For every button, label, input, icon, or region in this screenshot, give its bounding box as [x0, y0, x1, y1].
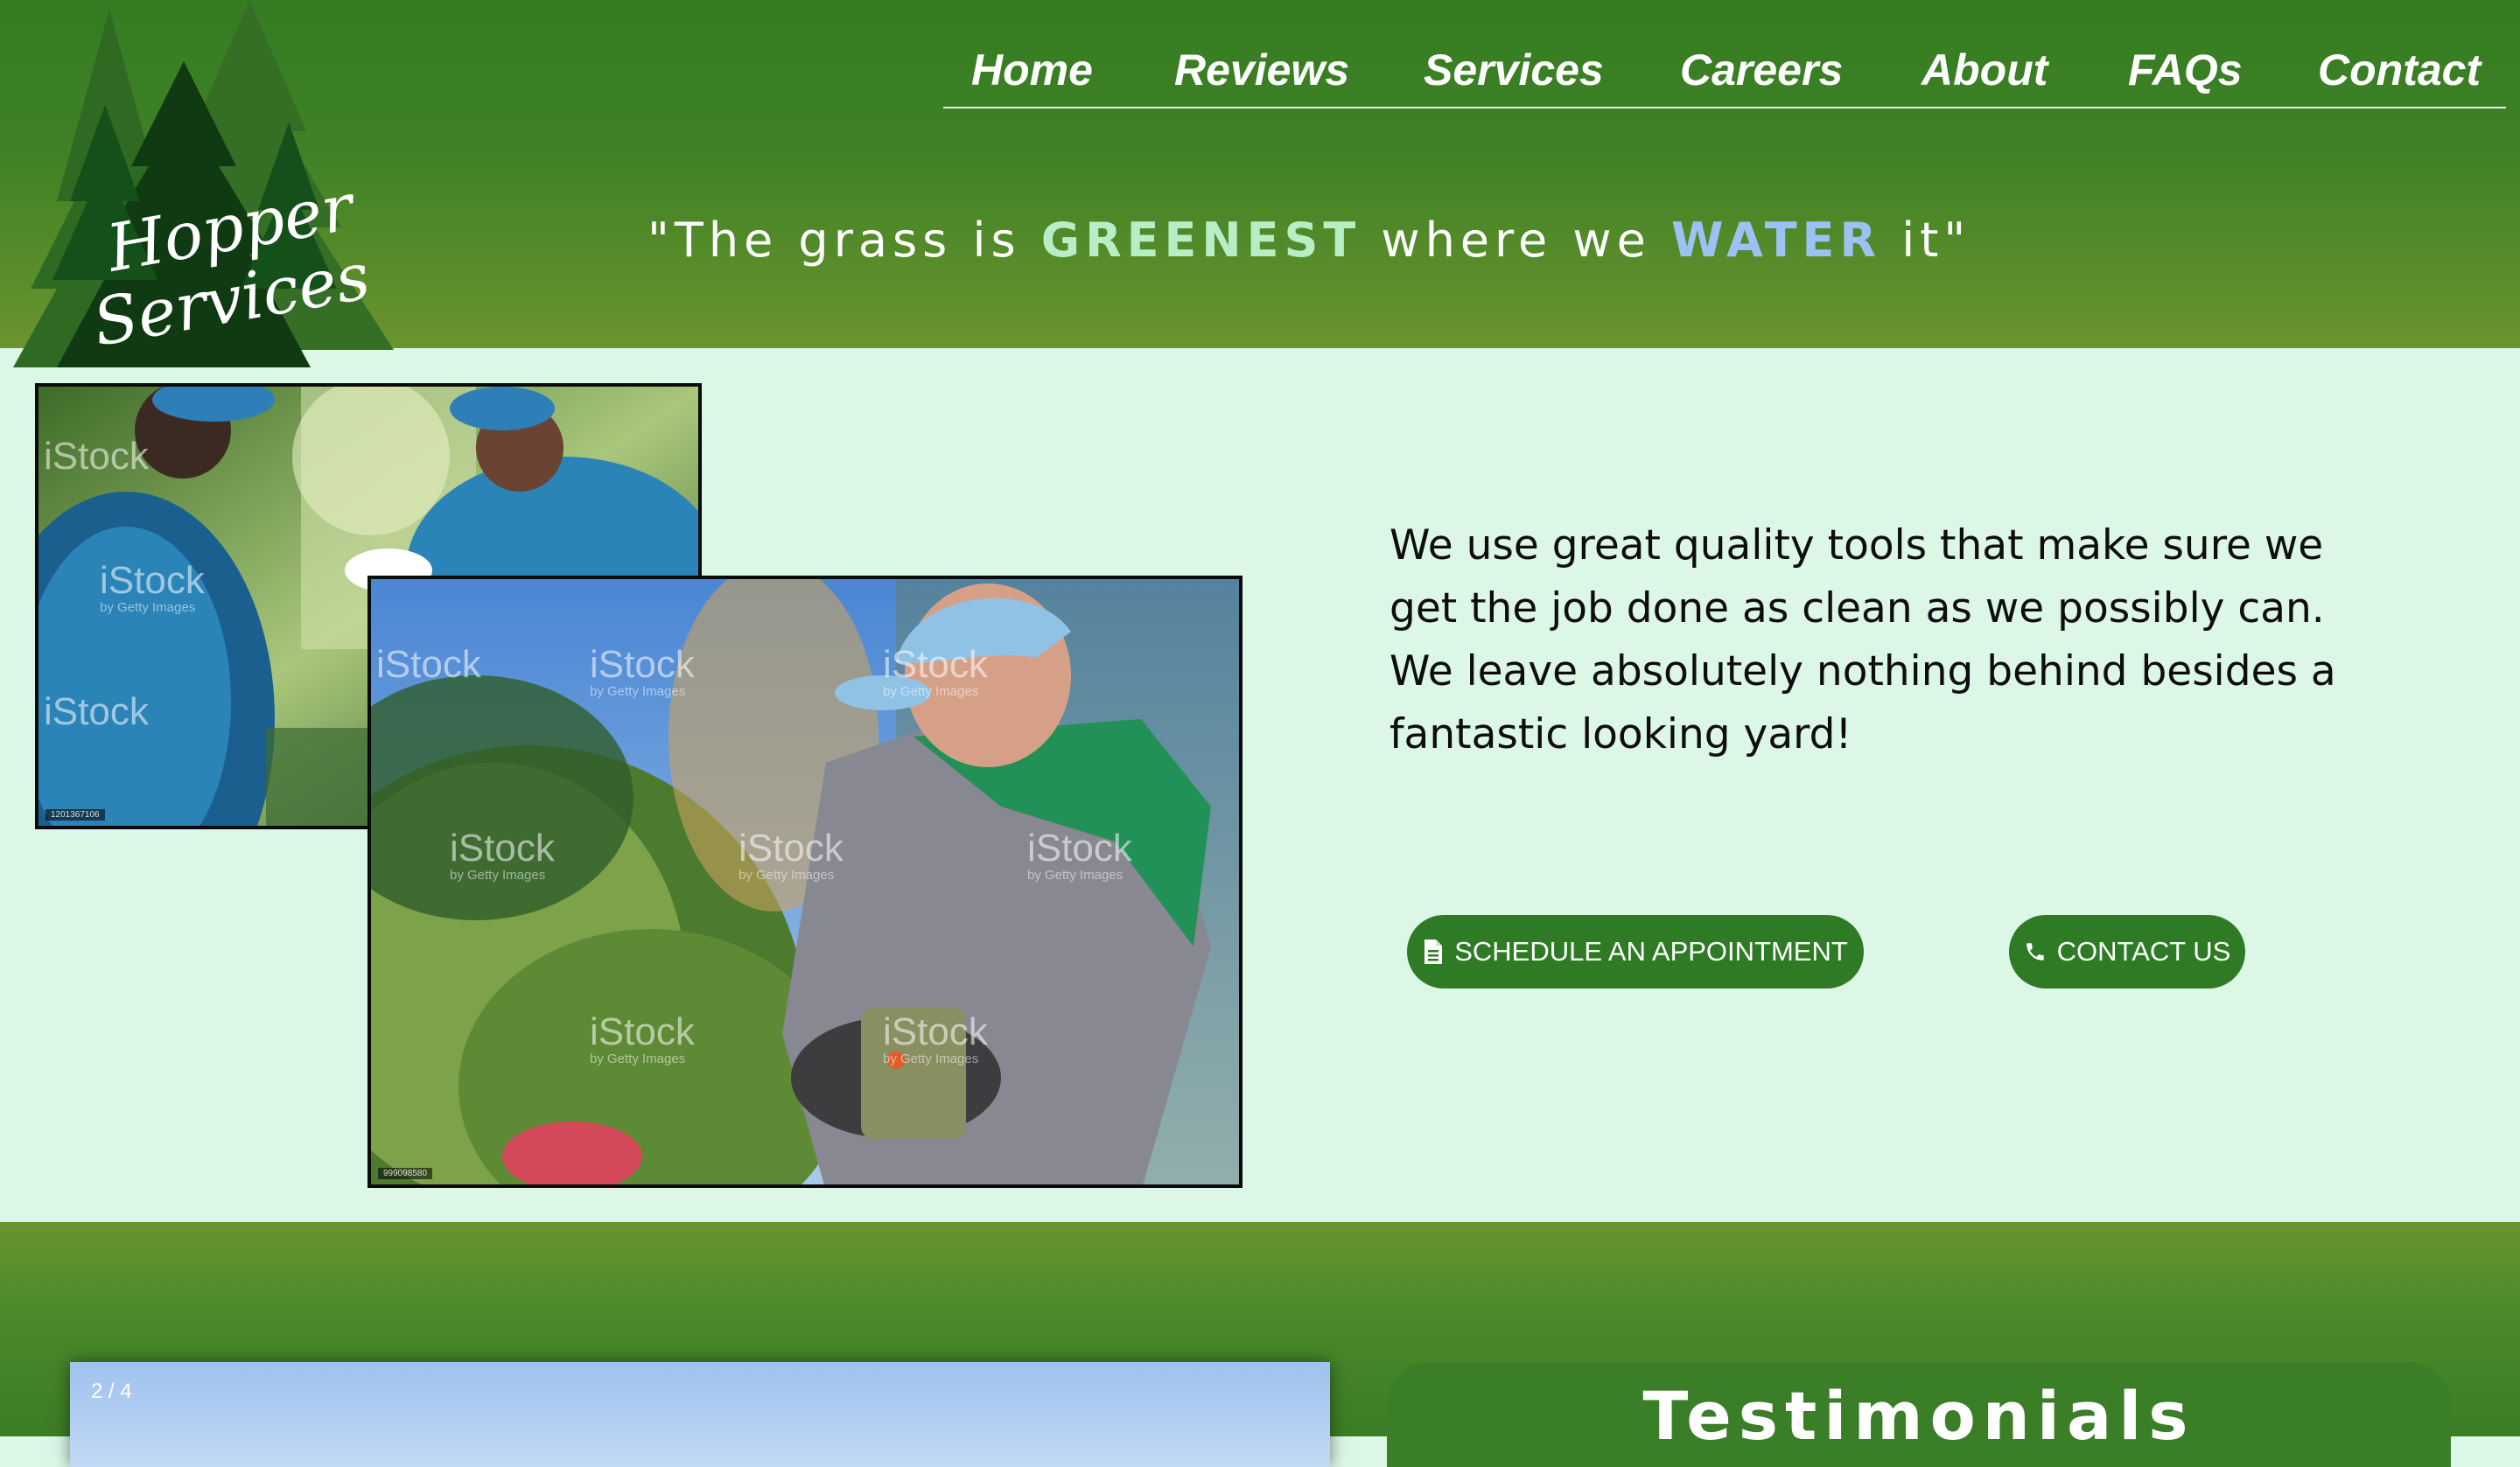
watermark-sub: by Getty Images — [590, 684, 686, 699]
nav-reviews[interactable]: Reviews — [1174, 45, 1349, 94]
phone-icon — [2026, 943, 2044, 961]
tagline: "The grass is GREENEST where we WATER it… — [648, 210, 1970, 271]
tagline-greenest: GREENEST — [1040, 213, 1362, 268]
main-nav: Home Reviews Services Careers About FAQs… — [943, 31, 2506, 108]
watermark-sub: by Getty Images — [590, 1051, 686, 1066]
watermark: iStock by Getty Images — [590, 646, 695, 700]
watermark-sub: by Getty Images — [100, 600, 196, 615]
nav-faqs[interactable]: FAQs — [2128, 45, 2243, 94]
schedule-appointment-label: SCHEDULE AN APPOINTMENT — [1454, 936, 1848, 967]
slide-counter: 2 / 4 — [91, 1380, 132, 1403]
tagline-part3: it" — [1881, 213, 1971, 268]
nav-about[interactable]: About — [1922, 45, 2048, 94]
stock-id: 1201367106 — [46, 809, 105, 821]
watermark-text: iStock — [738, 827, 844, 870]
watermark-text: iStock — [590, 1010, 695, 1053]
watermark-text: iStock — [376, 643, 481, 686]
watermark-sub: by Getty Images — [883, 684, 979, 699]
tagline-part2: where we — [1361, 213, 1671, 268]
tagline-part1: "The grass is — [648, 213, 1041, 268]
watermark-sub: by Getty Images — [738, 868, 835, 883]
watermark-text: iStock — [100, 559, 205, 602]
watermark-sub: by Getty Images — [450, 868, 546, 883]
nav-services[interactable]: Services — [1424, 45, 1604, 94]
document-icon — [1424, 940, 1443, 964]
nav-contact[interactable]: Contact — [2318, 45, 2481, 94]
watermark-text: iStock — [1027, 827, 1132, 870]
watermark: iStock by Getty Images — [883, 1013, 988, 1067]
watermark-sub: by Getty Images — [1027, 868, 1124, 883]
watermark-text: iStock — [590, 643, 695, 686]
testimonials-panel: Testimonials — [1387, 1362, 2451, 1467]
watermark: iStock by Getty Images — [738, 829, 844, 884]
watermark-text: iStock — [883, 1010, 988, 1053]
hopper-services-logo[interactable]: Hopper Services — [0, 0, 411, 385]
watermark-text: iStock — [44, 435, 149, 478]
schedule-appointment-button[interactable]: SCHEDULE AN APPOINTMENT — [1407, 915, 1864, 988]
nav-home[interactable]: Home — [971, 45, 1093, 94]
tagline-water: WATER — [1670, 213, 1882, 268]
photo-slideshow[interactable]: 2 / 4 — [70, 1362, 1330, 1467]
gardener-photo-image — [371, 579, 1239, 1184]
contact-us-label: CONTACT US — [2056, 936, 2231, 967]
contact-us-button[interactable]: CONTACT US — [2009, 915, 2245, 988]
watermark: iStock — [44, 437, 149, 476]
gardener-photo: iStock iStock by Getty Images iStock by Ge… — [368, 576, 1242, 1188]
testimonials-title: Testimonials — [1642, 1377, 2195, 1455]
watermark: iStock by Getty Images — [100, 562, 205, 616]
watermark: iStock by Getty Images — [590, 1013, 695, 1067]
watermark: iStock by Getty Images — [1027, 829, 1132, 884]
stock-id: 999098580 — [378, 1168, 433, 1179]
watermark: iStock — [376, 646, 481, 684]
watermark-text: iStock — [883, 643, 988, 686]
watermark-text: iStock — [44, 690, 149, 733]
watermark-sub: by Getty Images — [883, 1051, 979, 1066]
watermark: iStock by Getty Images — [450, 829, 555, 884]
service-description: We use great quality tools that make sur… — [1390, 521, 2336, 758]
nav-careers[interactable]: Careers — [1680, 45, 1843, 94]
watermark-text: iStock — [450, 827, 555, 870]
watermark: iStock — [44, 693, 149, 731]
watermark: iStock by Getty Images — [883, 646, 988, 700]
